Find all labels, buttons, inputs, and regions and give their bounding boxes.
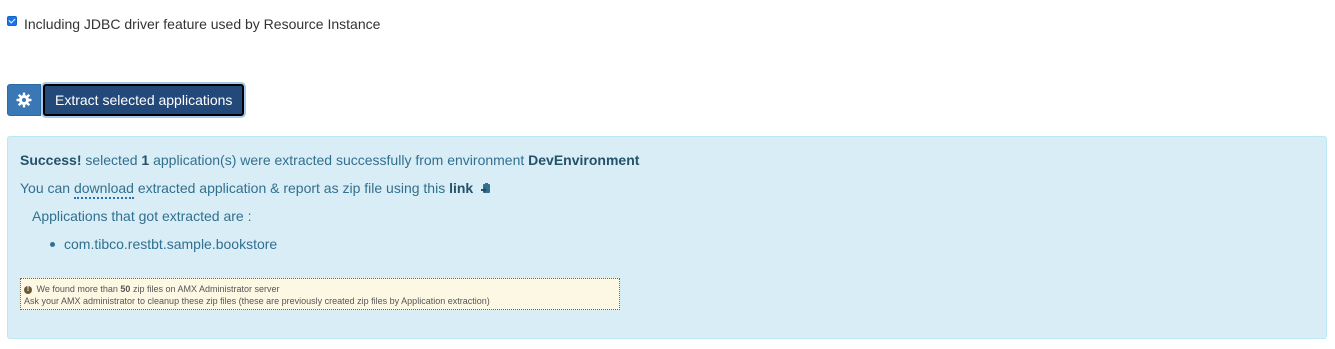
download-link[interactable]: download — [73, 180, 134, 199]
success-message: Success! selected 1 application(s) were … — [20, 152, 639, 168]
jdbc-checkbox[interactable] — [7, 16, 17, 26]
clipboard-download-icon[interactable] — [480, 182, 492, 194]
extracted-count: 1 — [141, 152, 150, 168]
jdbc-checkbox-label: Including JDBC driver feature used by Re… — [24, 16, 381, 32]
warning-text-post: zip files on AMX Administrator server — [132, 284, 280, 294]
extract-applications-button[interactable]: Extract selected applications — [43, 84, 245, 116]
text-selected: selected — [85, 152, 138, 168]
zip-warning: ! We found more than 50 zip files on AMX… — [20, 278, 620, 310]
applications-heading: Applications that got extracted are : — [32, 208, 252, 224]
success-word: Success! — [20, 152, 82, 168]
text-extracted: application(s) were extracted successful… — [153, 152, 525, 168]
success-alert: Success! selected 1 application(s) were … — [7, 136, 1327, 339]
warning-text-pre: We found more than — [36, 284, 118, 294]
zip-link[interactable]: link — [449, 180, 473, 196]
extract-button-group: Extract selected applications — [7, 84, 245, 116]
text-report: extracted application & report as zip fi… — [137, 180, 446, 196]
applications-list: com.tibco.restbt.sample.bookstore — [48, 236, 277, 252]
environment-name: DevEnvironment — [528, 152, 640, 168]
list-item: com.tibco.restbt.sample.bookstore — [48, 236, 277, 252]
text-you-can: You can — [20, 180, 71, 196]
gear-icon — [16, 92, 32, 108]
warning-count: 50 — [120, 284, 131, 294]
warning-line2: Ask your AMX administrator to cleanup th… — [24, 296, 490, 306]
settings-button[interactable] — [7, 84, 41, 116]
exclamation-circle-icon: ! — [24, 285, 32, 294]
jdbc-checkbox-row[interactable]: Including JDBC driver feature used by Re… — [7, 16, 380, 32]
download-message: You can download extracted application &… — [20, 180, 492, 199]
